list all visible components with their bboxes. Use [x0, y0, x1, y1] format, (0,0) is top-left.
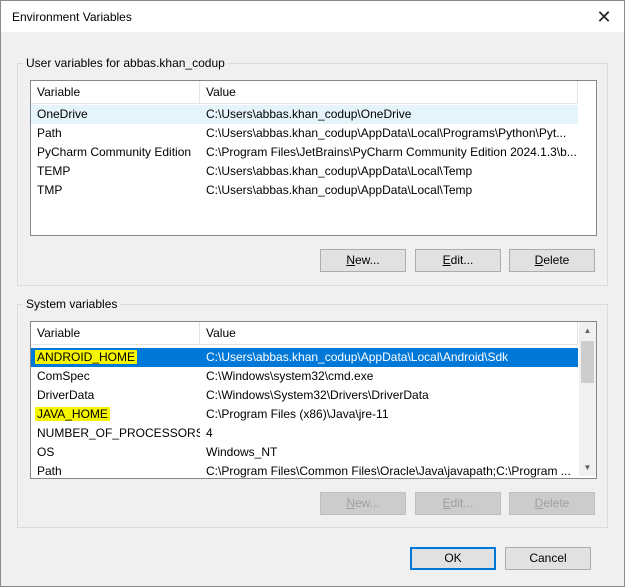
ok-button[interactable]: OK	[410, 547, 496, 570]
variable-value: C:\Users\abbas.khan_codup\AppData\Local\…	[206, 350, 509, 364]
variable-name: ANDROID_HOME	[31, 348, 200, 367]
variable-value: 4	[206, 426, 213, 440]
variable-value: C:\Users\abbas.khan_codup\AppData\Local\…	[206, 126, 567, 140]
button-label: ew...	[354, 253, 380, 267]
chevron-up-icon[interactable]: ▲	[579, 322, 596, 339]
variable-name: TMP	[37, 183, 63, 197]
window-title: Environment Variables	[12, 10, 132, 24]
button-label: dit...	[450, 496, 474, 510]
column-header-variable[interactable]: Variable	[31, 322, 200, 344]
mnemonic: E	[442, 253, 451, 267]
user-row-tmp[interactable]: TMP C:\Users\abbas.khan_codup\AppData\Lo…	[31, 181, 578, 200]
user-edit-button[interactable]: Edit...	[415, 249, 501, 272]
close-button[interactable]: ✕	[592, 6, 616, 28]
button-label: elete	[543, 253, 570, 267]
system-list-header: Variable Value	[31, 322, 578, 345]
chevron-down-icon[interactable]: ▼	[579, 459, 596, 476]
system-row-java-home[interactable]: JAVA_HOME C:\Program Files (x86)\Java\jr…	[31, 405, 578, 424]
user-list-header: Variable Value	[31, 81, 578, 104]
mnemonic: D	[534, 496, 544, 510]
variable-name: OneDrive	[37, 107, 88, 121]
variable-value: C:\Program Files\JetBrains\PyCharm Commu…	[206, 145, 577, 159]
variable-value: C:\Users\abbas.khan_codup\OneDrive	[206, 107, 412, 121]
button-label: elete	[543, 496, 570, 510]
variable-value: C:\Windows\system32\cmd.exe	[206, 369, 374, 383]
mnemonic: D	[534, 253, 544, 267]
variable-name: NUMBER_OF_PROCESSORS	[37, 426, 200, 440]
user-row-temp[interactable]: TEMP C:\Users\abbas.khan_codup\AppData\L…	[31, 162, 578, 181]
mnemonic: N	[346, 253, 355, 267]
variable-name: DriverData	[37, 388, 95, 402]
mnemonic: E	[442, 496, 451, 510]
variable-name: ComSpec	[37, 369, 90, 383]
system-row-comspec[interactable]: ComSpec C:\Windows\system32\cmd.exe	[31, 367, 578, 386]
column-header-variable[interactable]: Variable	[31, 81, 200, 103]
system-delete-button[interactable]: Delete	[509, 492, 595, 515]
system-row-path[interactable]: Path C:\Program Files\Common Files\Oracl…	[31, 462, 578, 478]
variable-value: C:\Program Files\Common Files\Oracle\Jav…	[206, 464, 571, 478]
system-new-button[interactable]: New...	[320, 492, 406, 515]
variable-name: TEMP	[37, 164, 71, 178]
variable-value: C:\Users\abbas.khan_codup\AppData\Local\…	[206, 183, 473, 197]
scroll-thumb[interactable]	[581, 341, 594, 383]
variable-value: C:\Program Files (x86)\Java\jre-11	[206, 407, 389, 421]
cancel-button[interactable]: Cancel	[505, 547, 591, 570]
system-row-android-home[interactable]: ANDROID_HOME C:\Users\abbas.khan_codup\A…	[31, 348, 578, 367]
highlighted-text: JAVA_HOME	[35, 407, 110, 421]
variable-value: Windows_NT	[206, 445, 278, 459]
highlighted-text: ANDROID_HOME	[35, 350, 138, 364]
user-row-pycharm[interactable]: PyCharm Community Edition C:\Program Fil…	[31, 143, 578, 162]
button-label: dit...	[450, 253, 474, 267]
user-new-button[interactable]: New...	[320, 249, 406, 272]
system-row-driverdata[interactable]: DriverData C:\Windows\System32\Drivers\D…	[31, 386, 578, 405]
user-row-path[interactable]: Path C:\Users\abbas.khan_codup\AppData\L…	[31, 124, 578, 143]
close-icon: ✕	[596, 6, 612, 27]
variable-name: PyCharm Community Edition	[37, 145, 192, 159]
variable-name: Path	[37, 464, 62, 478]
system-variables-list[interactable]: Variable Value ANDROID_HOME C:\Users\abb…	[30, 321, 597, 479]
system-row-number-of-processors[interactable]: NUMBER_OF_PROCESSORS 4	[31, 424, 578, 443]
button-label: ew...	[354, 496, 380, 510]
column-header-value[interactable]: Value	[200, 81, 578, 103]
user-variables-list[interactable]: Variable Value OneDrive C:\Users\abbas.k…	[30, 80, 597, 236]
column-header-value[interactable]: Value	[200, 322, 578, 344]
variable-name: OS	[37, 445, 55, 459]
environment-variables-dialog: Environment Variables ✕ User variables f…	[0, 0, 625, 587]
system-row-os[interactable]: OS Windows_NT	[31, 443, 578, 462]
title-bar: Environment Variables ✕	[1, 1, 624, 32]
system-variables-label: System variables	[23, 297, 121, 311]
system-list-scrollbar[interactable]: ▲ ▼	[579, 322, 596, 476]
user-delete-button[interactable]: Delete	[509, 249, 595, 272]
variable-value: C:\Users\abbas.khan_codup\AppData\Local\…	[206, 164, 473, 178]
mnemonic: N	[346, 496, 355, 510]
user-row-onedrive[interactable]: OneDrive C:\Users\abbas.khan_codup\OneDr…	[31, 105, 578, 124]
user-variables-label: User variables for abbas.khan_codup	[23, 56, 228, 70]
variable-name: Path	[37, 126, 62, 140]
system-edit-button[interactable]: Edit...	[415, 492, 501, 515]
variable-name: JAVA_HOME	[31, 405, 200, 424]
variable-value: C:\Windows\System32\Drivers\DriverData	[206, 388, 429, 402]
